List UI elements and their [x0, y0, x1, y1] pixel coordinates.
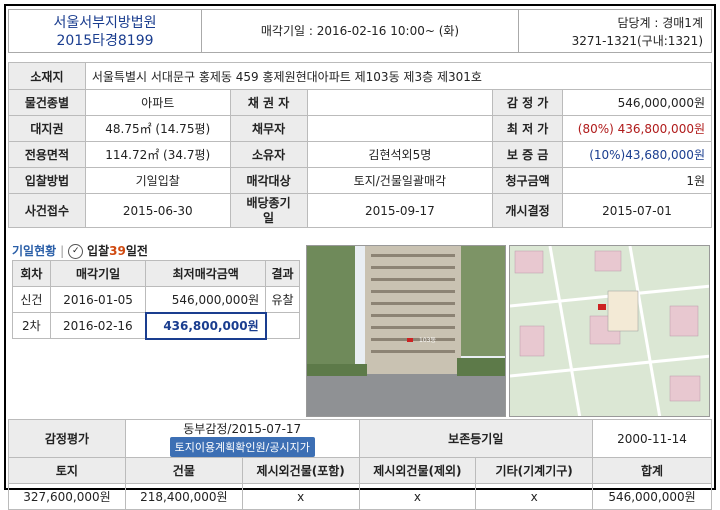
value-total: 546,000,000원 [592, 483, 712, 510]
round-result: 유찰 [265, 286, 300, 313]
round-name: 신건 [12, 286, 51, 313]
round-date: 2016-02-16 [49, 312, 147, 339]
header-total: 합계 [592, 457, 712, 484]
location-map-image [510, 246, 709, 416]
status-separator: | [60, 244, 65, 258]
round-date: 2016-01-05 [49, 286, 147, 313]
address-value: 서울특별시 서대문구 홍제동 459 홍제원현대아파트 제103동 제3층 제3… [84, 62, 713, 90]
header-extra-excl: 제시외건물(제외) [358, 457, 477, 484]
court-name: 서울서부지방법원 [53, 15, 157, 31]
bid-suffix: 일전 [125, 244, 148, 258]
area-value: 114.72㎡ (34.7평) [84, 141, 231, 168]
debtor-value [306, 115, 494, 142]
round-name: 2차 [12, 312, 51, 339]
land-value: 48.75㎡ (14.75평) [84, 115, 231, 142]
debtor-label: 채무자 [229, 115, 308, 142]
appraisal-eval-label: 감정평가 [8, 419, 126, 458]
received-label: 사건접수 [8, 193, 86, 228]
target-label: 매각대상 [229, 167, 308, 194]
land-use-plan-button[interactable]: 토지이용계획확인원/공시지가 [169, 437, 315, 457]
registration-date-value: 2000-11-14 [592, 419, 712, 458]
header-extra-incl: 제시외건물(포함) [241, 457, 360, 484]
round-result [265, 312, 300, 339]
owner-label: 소유자 [229, 141, 308, 168]
dept-phone: 3271-1321(구내:1321) [571, 34, 703, 48]
value-extra-incl: x [241, 483, 360, 510]
registration-date-label: 보존등기일 [358, 419, 594, 458]
rounds-header-result: 결과 [265, 260, 300, 287]
deposit-value: (10%)43,680,000원 [562, 141, 712, 168]
rounds-table: 회차 매각기일 최저매각금액 결과 신건 2016-01-05 546,000,… [12, 260, 300, 340]
status-bar: 기일현황 | ✓ 입찰39일전 [12, 242, 302, 259]
dept-block: 담당계 : 경매1계 3271-1321(구내:1321) [519, 10, 711, 52]
rounds-header-date: 매각기일 [49, 260, 147, 287]
dept-name: 담당계 : 경매1계 [617, 16, 703, 30]
value-extra-excl: x [358, 483, 477, 510]
info-table: 소재지 서울특별시 서대문구 홍제동 459 홍제원현대아파트 제103동 제3… [8, 62, 713, 228]
sale-date: 매각기일 : 2016-02-16 10:00~ (화) [202, 10, 519, 52]
claim-label: 청구금액 [492, 167, 564, 194]
photo-building-label: 103동 [419, 337, 436, 344]
creditor-label: 채 권 자 [229, 89, 308, 116]
case-header: 서울서부지방법원 2015타경8199 매각기일 : 2016-02-16 10… [8, 9, 712, 53]
target-value: 토지/건물일괄매각 [306, 167, 494, 194]
bid-prefix: 입찰 [87, 244, 110, 258]
type-label: 물건종별 [8, 89, 86, 116]
minprice-label: 최 저 가 [492, 115, 564, 142]
claim-value: 1원 [562, 167, 712, 194]
area-label: 전용면적 [8, 141, 86, 168]
table-row: 신건 2016-01-05 546,000,000원 유찰 [12, 286, 300, 313]
appraisal-eval-cell: 동부감정/2015-07-17 토지이용계획확인원/공시지가 [124, 419, 360, 458]
type-value: 아파트 [84, 89, 231, 116]
round-price: 546,000,000원 [145, 286, 267, 313]
header-land: 토지 [8, 457, 126, 484]
property-photo[interactable]: 103동 [306, 245, 506, 417]
appraisal-value: 546,000,000원 [562, 89, 712, 116]
table-row: 2차 2016-02-16 436,800,000원 [12, 311, 300, 340]
location-map[interactable] [509, 245, 710, 417]
dividend-label: 배당종기일 [229, 193, 308, 228]
case-number: 2015타경8199 [56, 33, 154, 49]
check-icon: ✓ [68, 244, 84, 259]
started-label: 개시결정 [492, 193, 564, 228]
dividend-value: 2015-09-17 [306, 193, 494, 228]
started-value: 2015-07-01 [562, 193, 712, 228]
received-value: 2015-06-30 [84, 193, 231, 228]
address-label: 소재지 [8, 62, 86, 90]
status-title: 기일현황 [12, 244, 57, 258]
appraisal-table: 감정평가 동부감정/2015-07-17 토지이용계획확인원/공시지가 보존등기… [8, 419, 712, 510]
header-building: 건물 [124, 457, 243, 484]
appraisal-label: 감 정 가 [492, 89, 564, 116]
method-label: 입찰방법 [8, 167, 86, 194]
deposit-label: 보 증 금 [492, 141, 564, 168]
value-land: 327,600,000원 [8, 483, 126, 510]
appraisal-eval-value: 동부감정/2015-07-17 [183, 422, 302, 436]
value-building: 218,400,000원 [124, 483, 243, 510]
header-other: 기타(기계기구) [475, 457, 594, 484]
method-value: 기일입찰 [84, 167, 231, 194]
bid-days: 39 [109, 244, 126, 258]
building-photo-image: 103동 [307, 246, 505, 416]
rounds-header-round: 회차 [12, 260, 51, 287]
minprice-value: (80%) 436,800,000원 [562, 115, 712, 142]
creditor-value [306, 89, 494, 116]
land-label: 대지권 [8, 115, 86, 142]
rounds-header-price: 최저매각금액 [145, 260, 267, 287]
owner-value: 김현석외5명 [306, 141, 494, 168]
round-price-current: 436,800,000원 [144, 311, 267, 340]
value-other: x [475, 483, 594, 510]
court-block: 서울서부지방법원 2015타경8199 [9, 10, 202, 52]
